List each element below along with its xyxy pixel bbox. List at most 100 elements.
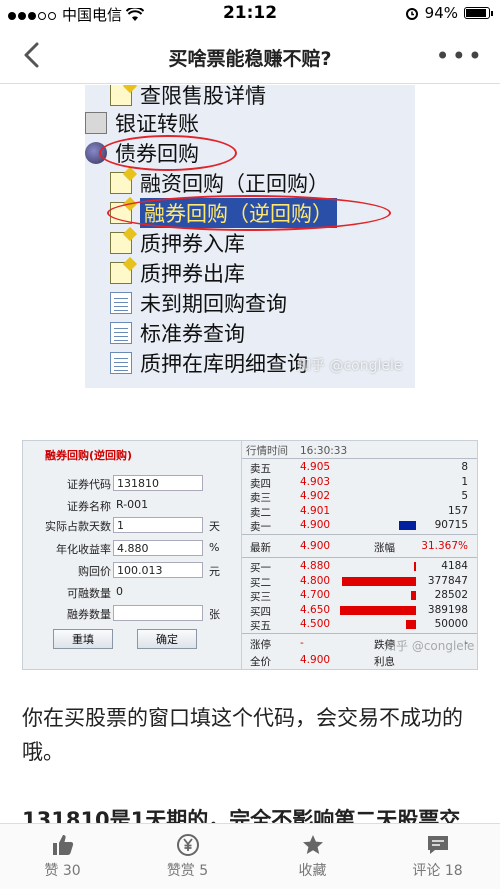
divider (242, 633, 477, 634)
limit-up-value: - (300, 637, 304, 649)
bid-level-row: 买一 4.880 4184 (242, 560, 477, 574)
level-volume: 377847 (427, 574, 468, 587)
edit-icon (110, 172, 132, 194)
level-price: 4.500 (300, 618, 331, 630)
form-row-available: 可融数量 0 (23, 582, 241, 602)
level-name: 卖一 (250, 521, 271, 533)
menu-item-label: 融资回购（正回购） (140, 172, 329, 196)
battery-percent: 94% (424, 4, 458, 22)
document-icon (110, 352, 132, 374)
menu-item: 查限售股详情 (110, 85, 266, 109)
field-label: 融券数量 (67, 608, 111, 621)
form-row-days: 实际占款天数 1 天 (23, 515, 241, 535)
menu-item-selected: 融券回购（逆回购） (110, 198, 337, 228)
confirm-button: 确定 (137, 629, 197, 649)
back-arrow-icon[interactable] (18, 40, 48, 70)
limit-up-label: 涨停 (250, 639, 271, 651)
ask-level-row: 卖五 4.905 8 (242, 461, 477, 475)
alarm-icon (405, 8, 418, 20)
comment-button[interactable]: 评论 18 (375, 824, 500, 889)
quantity-input (113, 605, 203, 621)
divider (242, 534, 477, 535)
latest-label: 最新 (250, 542, 271, 554)
like-button[interactable]: 赞 30 (0, 824, 125, 889)
menu-tree-screenshot: 查限售股详情 银证转账 债券回购 融资回购（正回购） 融券回购（逆回购） 质押券… (85, 85, 415, 388)
menu-item: 质押券出库 (110, 259, 245, 287)
level-volume: 389198 (427, 603, 468, 616)
days-value: 1 (113, 517, 203, 533)
document-icon (110, 322, 132, 344)
form-row-code: 证券代码 131810 (23, 473, 241, 493)
bottom-toolbar: 赞 30 赞赏 5 收藏 评论 18 (0, 823, 500, 889)
bid-level-row: 买四 4.650 389198 (242, 603, 477, 618)
level-name: 卖五 (250, 463, 271, 475)
comment-label: 评论 (412, 863, 441, 879)
watermark: 知乎 @conglele (384, 639, 475, 653)
field-unit: 天 (209, 520, 220, 533)
field-unit: 张 (209, 608, 220, 621)
menu-item-label: 未到期回购查询 (140, 292, 287, 316)
menu-item-label: 查限售股详情 (140, 85, 266, 108)
status-bar: 中国电信 21:12 94% (0, 0, 500, 28)
full-price-value: 4.900 (300, 654, 331, 666)
more-options-icon[interactable]: ••• (436, 44, 484, 68)
level-price: 4.900 (300, 519, 331, 531)
level-volume: 4184 (441, 560, 468, 572)
menu-item-label: 质押券入库 (140, 232, 245, 256)
star-icon (302, 835, 323, 854)
status-right: 94% (405, 4, 493, 22)
divider (242, 458, 477, 459)
trade-form-screenshot: 融券回购(逆回购) 证券代码 131810 证券名称 R-001 实际占款天数 … (22, 440, 478, 670)
edit-icon (110, 232, 132, 254)
volume-bar (411, 591, 416, 600)
edit-icon (110, 202, 132, 224)
level-volume: 157 (447, 504, 468, 517)
reward-count: 5 (199, 863, 209, 879)
level-volume: 28502 (434, 589, 468, 601)
quote-time-label: 行情时间 (246, 445, 288, 457)
quote-header: 行情时间 16:30:33 (246, 443, 347, 458)
form-row-price: 购回价 100.013 元 (23, 560, 241, 580)
level-price: 4.903 (300, 475, 331, 488)
battery-icon (464, 7, 493, 19)
change-label: 涨幅 (374, 542, 395, 554)
favorite-button[interactable]: 收藏 (250, 824, 375, 889)
reward-button[interactable]: 赞赏 5 (125, 824, 250, 889)
volume-bar (340, 605, 416, 615)
form-row-rate: 年化收益率 4.880 % (23, 538, 241, 558)
like-count: 30 (62, 863, 81, 879)
level-price: 4.902 (300, 490, 331, 502)
quote-time: 16:30:33 (300, 445, 348, 457)
ask-level-row: 卖四 4.903 1 (242, 475, 477, 490)
menu-item-label: 融券回购（逆回购） (140, 198, 337, 228)
folder-icon (85, 142, 107, 164)
order-form: 融券回购(逆回购) 证券代码 131810 证券名称 R-001 实际占款天数 … (23, 441, 241, 669)
menu-item: 未到期回购查询 (110, 289, 287, 317)
bid-level-row: 买三 4.700 28502 (242, 589, 477, 603)
level-price: 4.800 (300, 574, 331, 587)
level-volume: 1 (461, 475, 468, 488)
full-price-label: 全价 (250, 656, 271, 668)
bid-level-row: 买二 4.800 377847 (242, 574, 477, 589)
volume-bar (414, 562, 416, 571)
article-paragraph: 你在买股票的窗口填这个代码，会交易不成功的哦。 (22, 706, 463, 764)
volume-bar (342, 576, 416, 586)
menu-item: 银证转账 (85, 109, 199, 137)
menu-item: 融资回购（正回购） (110, 169, 329, 197)
level-name: 买三 (250, 591, 271, 603)
level-name: 买五 (250, 620, 271, 632)
form-title: 融券回购(逆回购) (45, 449, 133, 462)
annual-rate-input: 4.880 (113, 540, 203, 556)
comment-count: 18 (444, 863, 463, 879)
level-volume: 50000 (434, 618, 468, 630)
level-volume: 5 (461, 490, 468, 502)
field-label: 证券名称 (67, 500, 111, 513)
form-row-quantity: 融券数量 张 (23, 603, 241, 623)
full-price-row: 全价 4.900 利息 (242, 654, 477, 668)
thumbs-up-icon (52, 835, 73, 855)
change-value: 31.367% (421, 540, 468, 552)
level-price: 4.901 (300, 504, 331, 517)
field-unit: 元 (209, 565, 220, 578)
level-name: 买四 (250, 605, 271, 618)
field-label: 可融数量 (67, 587, 111, 600)
